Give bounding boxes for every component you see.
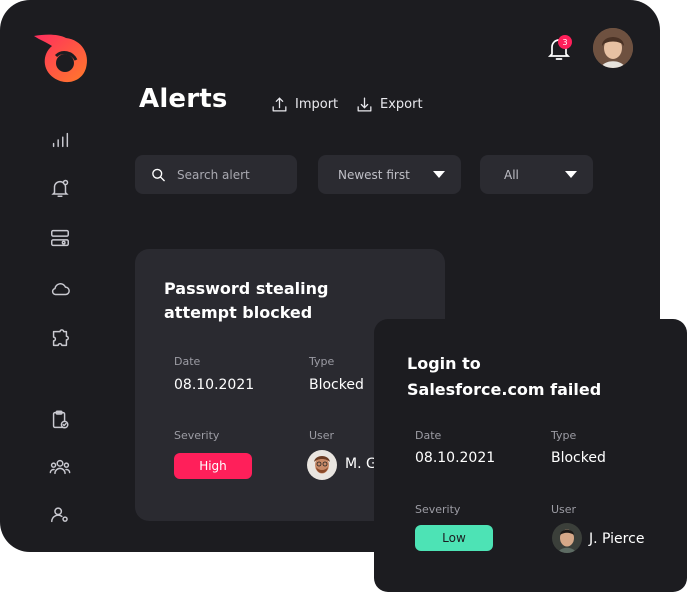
- nav-reports[interactable]: [48, 408, 72, 432]
- download-icon: [357, 97, 372, 111]
- alert-title-line: Salesforce.com failed: [407, 380, 602, 399]
- sort-select-value: Newest first: [338, 167, 410, 182]
- user-label: User: [551, 503, 577, 516]
- clipboard-check-icon: [52, 410, 69, 429]
- chart-bars-icon: [52, 132, 69, 148]
- user-name: M. G: [345, 456, 377, 472]
- search-icon: [152, 168, 165, 181]
- export-button[interactable]: Export: [355, 93, 423, 115]
- nav-cloud[interactable]: [48, 277, 72, 301]
- type-filter-select[interactable]: All: [480, 155, 593, 194]
- page-title: Alerts: [139, 84, 228, 114]
- notification-count-badge: 3: [558, 35, 572, 49]
- date-value: 08.10.2021: [174, 377, 255, 393]
- type-label: Type: [551, 429, 577, 442]
- alert-title-line: Login to: [407, 354, 481, 373]
- alert-title-line: attempt blocked: [164, 303, 313, 322]
- user-avatar-image: [593, 28, 633, 68]
- type-label: Type: [309, 355, 335, 368]
- alert-title: Password stealing attempt blocked: [164, 277, 328, 325]
- user-avatar: [307, 450, 337, 480]
- nav-user-settings[interactable]: [48, 503, 72, 527]
- search-input[interactable]: [177, 167, 297, 182]
- search-box[interactable]: [135, 155, 297, 194]
- nav-integrations[interactable]: [48, 327, 72, 351]
- date-label: Date: [174, 355, 201, 368]
- chevron-down-icon: [565, 171, 577, 178]
- alert-card[interactable]: Login to Salesforce.com failed Date 08.1…: [374, 319, 687, 592]
- date-label: Date: [415, 429, 442, 442]
- nav-analytics[interactable]: [48, 128, 72, 152]
- user-label: User: [309, 429, 335, 442]
- severity-badge: Low: [415, 525, 493, 551]
- user-gear-icon: [51, 507, 68, 523]
- type-value: Blocked: [309, 377, 364, 393]
- upload-icon: [272, 97, 287, 111]
- bell-alert-icon: [51, 179, 69, 197]
- alert-title: Login to Salesforce.com failed: [407, 351, 601, 403]
- user-avatar[interactable]: [593, 28, 633, 68]
- export-label: Export: [380, 96, 423, 112]
- puzzle-icon: [52, 329, 69, 347]
- app-window: Alerts Import Export 3 Newest firs: [0, 0, 687, 592]
- nav-users[interactable]: [48, 455, 72, 479]
- import-label: Import: [295, 96, 339, 112]
- user-name: J. Pierce: [589, 531, 645, 547]
- sort-select[interactable]: Newest first: [318, 155, 461, 194]
- cloud-icon: [51, 283, 70, 296]
- alert-title-line: Password stealing: [164, 279, 329, 298]
- severity-label: Severity: [174, 429, 220, 442]
- chevron-down-icon: [433, 171, 445, 178]
- severity-label: Severity: [415, 503, 461, 516]
- users-icon: [49, 459, 71, 475]
- nav-alerts[interactable]: [48, 176, 72, 200]
- type-filter-value: All: [504, 167, 519, 182]
- date-value: 08.10.2021: [415, 450, 496, 466]
- type-value: Blocked: [551, 450, 606, 466]
- user-avatar: [552, 523, 582, 553]
- nav-devices[interactable]: [48, 226, 72, 250]
- toggle-settings-icon: [51, 229, 69, 247]
- severity-badge: High: [174, 453, 252, 479]
- import-button[interactable]: Import: [270, 93, 338, 115]
- brand-logo[interactable]: [32, 30, 92, 86]
